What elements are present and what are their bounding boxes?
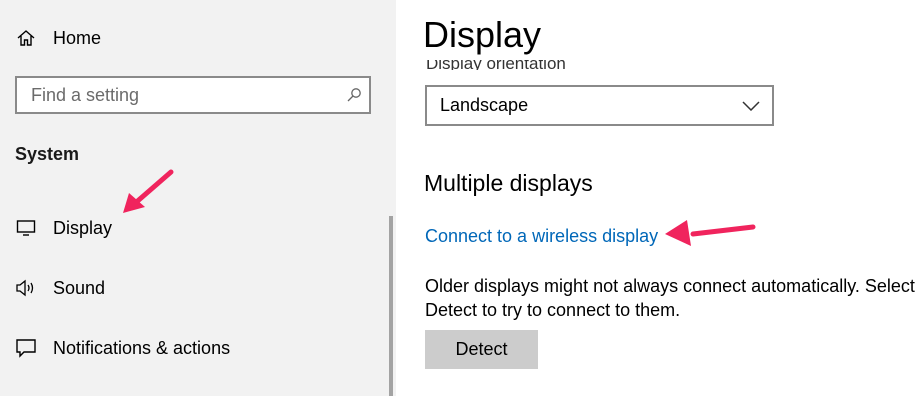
orientation-dropdown[interactable]: Landscape: [425, 85, 774, 126]
sidebar: Home System Display Sound Notifications …: [0, 0, 396, 396]
sidebar-item-notifications[interactable]: Notifications & actions: [14, 336, 230, 360]
multiple-displays-description: Older displays might not always connect …: [425, 274, 915, 322]
orientation-label: Display orientation: [426, 60, 566, 70]
sidebar-item-display[interactable]: Display: [14, 216, 112, 240]
sidebar-item-label: Notifications & actions: [53, 337, 231, 358]
sidebar-item-label: Display: [53, 217, 113, 238]
speaker-icon: [14, 276, 38, 300]
sidebar-item-home[interactable]: Home: [14, 26, 101, 50]
annotation-arrow-icon: [665, 220, 756, 246]
search-icon[interactable]: [339, 87, 369, 103]
page-title: Display: [423, 14, 542, 55]
sidebar-item-sound[interactable]: Sound: [14, 276, 105, 300]
chevron-down-icon: [738, 100, 764, 111]
sidebar-scrollbar[interactable]: [389, 216, 393, 396]
monitor-icon: [14, 216, 38, 240]
message-icon: [14, 336, 38, 360]
search-input[interactable]: [17, 83, 339, 107]
sidebar-item-label: Home: [53, 27, 102, 48]
home-icon: [14, 26, 38, 50]
orientation-value: Landscape: [440, 95, 529, 115]
search-box[interactable]: [15, 76, 371, 114]
description-line-1: Older displays might not always connect …: [425, 276, 915, 296]
section-title: System: [15, 144, 80, 164]
description-line-2: Detect to try to connect to them.: [425, 300, 681, 320]
sidebar-item-label: Sound: [53, 277, 106, 298]
multiple-displays-heading: Multiple displays: [424, 170, 593, 196]
connect-wireless-display-link[interactable]: Connect to a wireless display: [425, 226, 658, 247]
orientation-label-clip: Display orientation: [400, 60, 921, 70]
detect-button[interactable]: Detect: [425, 330, 538, 369]
